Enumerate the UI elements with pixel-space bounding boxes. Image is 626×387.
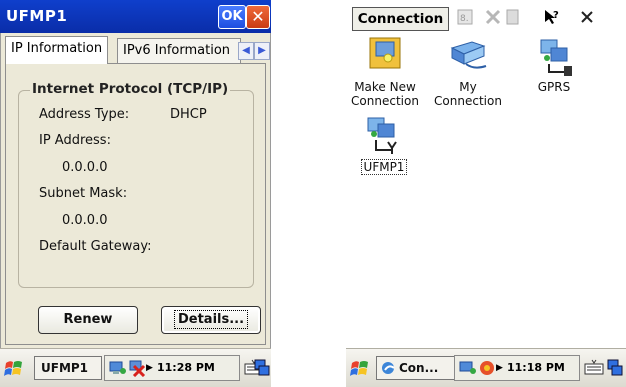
item-icon[interactable] — [504, 8, 522, 26]
details-label: Details... — [173, 310, 249, 329]
taskbar-clock[interactable]: 11:18 PM — [507, 356, 565, 380]
taskbar-task-label: Con... — [399, 361, 439, 375]
tab-scroll-left-icon[interactable]: ◀ — [238, 42, 254, 60]
ip-address-value: 0.0.0.0 — [62, 160, 108, 175]
network-icon[interactable] — [459, 359, 477, 377]
gprs-line1: GPRS — [537, 80, 571, 94]
dialog-title: UFMP1 — [6, 7, 68, 25]
my-connection-label[interactable]: My Connection — [432, 80, 504, 108]
connection-task-icon — [382, 362, 395, 374]
help-icon[interactable]: ? — [543, 8, 561, 26]
ok-button[interactable]: OK — [218, 5, 246, 29]
gprs-icon[interactable] — [531, 36, 579, 78]
gprs-label[interactable]: GPRS — [526, 80, 582, 94]
taskbar: UFMP1 ▶ 11:28 PM — [0, 348, 271, 387]
ufmp1-label-text: UFMP1 — [360, 159, 408, 175]
dialog-body: IP Information IPv6 Information ◀ ▶ Inte… — [0, 33, 271, 348]
connection-title[interactable]: Connection — [352, 7, 449, 31]
make-new-connection-line2: Connection — [351, 94, 419, 108]
dialog-title-bar: UFMP1 OK ✕ — [0, 0, 271, 33]
default-gateway-label: Default Gateway: — [39, 239, 152, 254]
tray-arrow-icon[interactable]: ▶ — [496, 356, 503, 380]
close-icon[interactable] — [578, 8, 596, 26]
close-icon: ✕ — [251, 7, 265, 26]
ufmp1-connection-icon[interactable] — [358, 114, 406, 156]
make-new-connection-icon[interactable] — [360, 36, 408, 78]
my-connection-line2: Connection — [434, 94, 502, 108]
address-type-value: DHCP — [170, 107, 207, 122]
network-error-icon[interactable] — [128, 359, 146, 377]
make-new-connection-line1: Make New — [354, 80, 416, 94]
close-button[interactable]: ✕ — [246, 5, 270, 29]
start-windows-icon[interactable] — [349, 358, 371, 378]
tray-arrow-icon[interactable]: ▶ — [146, 356, 153, 380]
svg-text:?: ? — [553, 10, 559, 21]
my-connection-icon[interactable] — [444, 36, 492, 78]
properties-icon[interactable]: 8. — [456, 8, 474, 26]
svg-text:8.: 8. — [460, 14, 469, 24]
address-type-label: Address Type: — [39, 107, 130, 122]
make-new-connection-label[interactable]: Make New Connection — [346, 80, 424, 108]
ip-information-panel: Internet Protocol (TCP/IP) Address Type:… — [5, 63, 266, 345]
connection-toolbar: Connection 8. ? — [346, 0, 626, 33]
ufmp1-dialog-screen: UFMP1 OK ✕ IP Information IPv6 Informati… — [0, 0, 271, 387]
taskbar-clock[interactable]: 11:28 PM — [157, 356, 215, 380]
connectivity-status-icon[interactable] — [478, 359, 496, 377]
renew-button[interactable]: Renew — [38, 306, 138, 334]
network-connected-icon[interactable] — [109, 359, 127, 377]
ufmp1-connection-label[interactable]: UFMP1 — [360, 159, 408, 175]
taskbar-task-ufmp1[interactable]: UFMP1 — [34, 356, 102, 380]
details-button[interactable]: Details... — [161, 306, 261, 334]
keyboard-icon[interactable] — [584, 359, 604, 375]
start-windows-icon[interactable] — [3, 358, 25, 378]
connection-screen: Connection 8. ? Make New Connection My C… — [346, 0, 626, 387]
delete-icon[interactable] — [484, 8, 502, 26]
taskbar: Con... ▶ 11:18 PM — [346, 348, 626, 387]
tab-scroll-right-icon[interactable]: ▶ — [254, 42, 270, 60]
subnet-mask-label: Subnet Mask: — [39, 186, 128, 201]
system-tray: ▶ 11:28 PM — [104, 355, 240, 381]
subnet-mask-value: 0.0.0.0 — [62, 213, 108, 228]
desktop-windows-icon[interactable] — [607, 359, 623, 377]
group-title: Internet Protocol (TCP/IP) — [30, 81, 231, 97]
tab-ip-information[interactable]: IP Information — [5, 36, 109, 64]
system-tray: ▶ 11:18 PM — [454, 355, 580, 381]
taskbar-task-connection[interactable]: Con... — [376, 356, 464, 380]
ip-address-label: IP Address: — [39, 133, 111, 148]
my-connection-line1: My — [459, 80, 477, 94]
tab-ipv6-information[interactable]: IPv6 Information — [117, 38, 241, 63]
desktop-windows-icon[interactable] — [254, 359, 270, 377]
